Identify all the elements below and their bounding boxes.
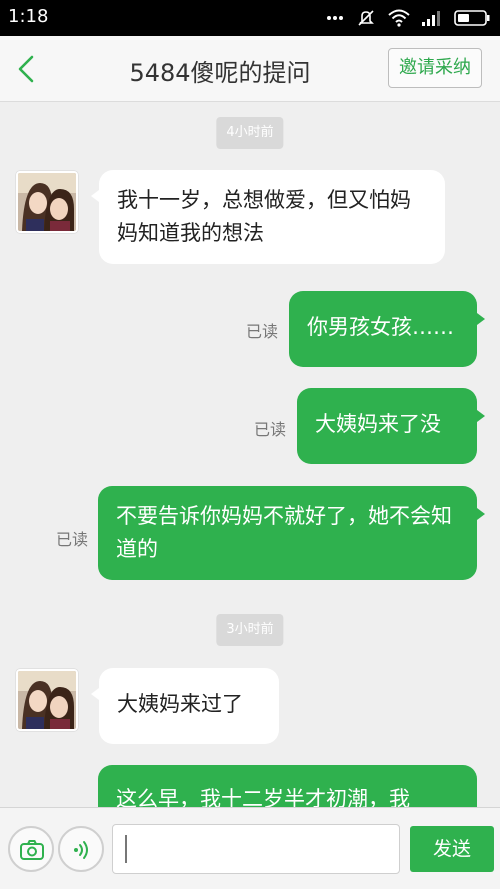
message-bubble-outgoing[interactable]: 这么早，我十二岁半才初潮，我	[98, 765, 477, 807]
camera-button[interactable]	[8, 826, 54, 872]
voice-button[interactable]	[58, 826, 104, 872]
wifi-icon	[388, 9, 410, 27]
page-title: 5484傻呢的提问	[129, 59, 311, 87]
more-icon	[326, 15, 344, 21]
invite-adopt-button[interactable]: 邀请采纳	[388, 48, 482, 88]
read-status: 已读	[56, 530, 89, 549]
time-separator: 3小时前	[216, 614, 284, 646]
message-bubble-outgoing[interactable]: 你男孩女孩……	[289, 291, 485, 367]
status-icons	[326, 8, 490, 28]
send-button[interactable]: 发送	[410, 826, 494, 872]
back-button[interactable]	[10, 52, 44, 86]
time-separator: 4小时前	[216, 117, 284, 149]
back-arrow-icon	[18, 55, 34, 83]
battery-icon	[454, 10, 490, 26]
status-bar: 1:18	[0, 0, 500, 36]
message-bubble-incoming[interactable]: 大姨妈来过了	[91, 668, 279, 744]
avatar[interactable]	[16, 669, 78, 731]
chat-header: 5484傻呢的提问 邀请采纳	[0, 36, 500, 102]
text-caret	[125, 835, 127, 863]
message-bubble-outgoing[interactable]: 大姨妈来了没	[297, 388, 485, 464]
mute-icon	[356, 8, 376, 28]
avatar[interactable]	[16, 171, 78, 233]
voice-icon	[74, 841, 88, 859]
read-status: 已读	[254, 420, 287, 439]
chat-area[interactable]: 4小时前 我十一岁，总想做爱，但又怕妈妈知道我的想法 已读 你男孩女孩…… 已读…	[0, 103, 500, 807]
input-bar: 发送	[0, 807, 500, 889]
message-bubble-outgoing[interactable]: 不要告诉你妈妈不就好了，她不会知道的	[98, 486, 485, 580]
message-bubble-incoming[interactable]: 我十一岁，总想做爱，但又怕妈妈知道我的想法	[91, 170, 445, 264]
read-status: 已读	[246, 322, 279, 341]
status-time: 1:18	[8, 6, 49, 27]
camera-icon	[20, 840, 44, 860]
signal-icon	[422, 10, 442, 26]
message-input[interactable]	[112, 824, 400, 874]
